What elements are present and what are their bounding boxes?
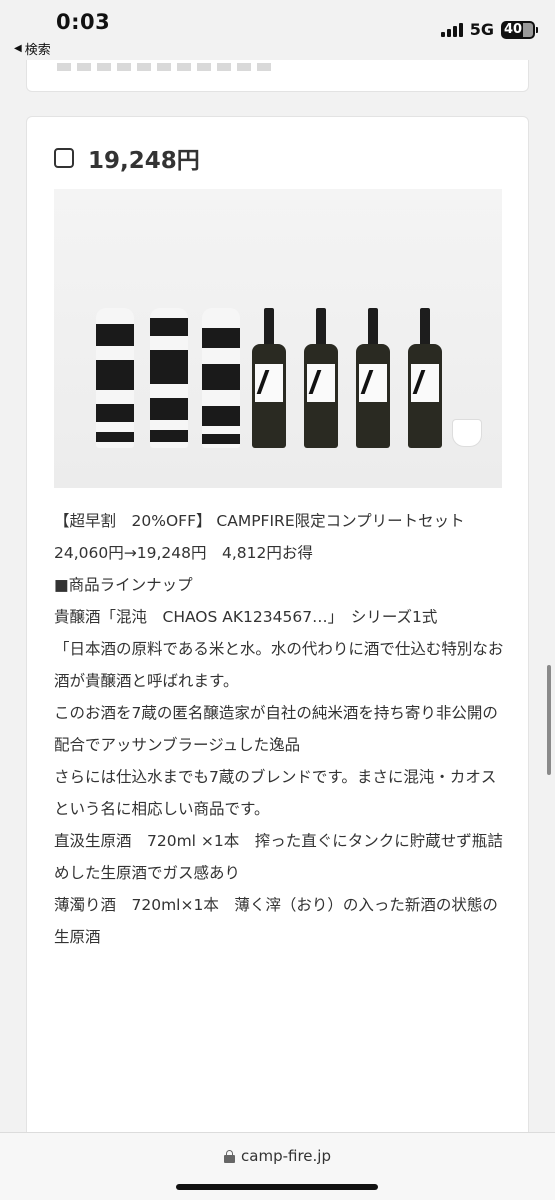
url-text: camp-fire.jp bbox=[241, 1147, 331, 1165]
desc-line: ■商品ラインナップ bbox=[54, 576, 193, 594]
sake-cup bbox=[452, 419, 482, 447]
network-type: 5G bbox=[469, 20, 494, 39]
lock-icon bbox=[224, 1149, 236, 1163]
back-label: 検索 bbox=[24, 43, 51, 58]
desc-line: 24,060円→19,248円 4,812円お得 bbox=[54, 544, 313, 562]
product-image bbox=[54, 189, 502, 488]
status-indicators: 5G 40 bbox=[440, 20, 538, 39]
wrapped-bottle bbox=[96, 308, 134, 448]
reward-checkbox[interactable] bbox=[54, 148, 74, 168]
desc-line: 直汲生原酒 720ml ×1本 搾った直ぐにタンクに貯蔵せず瓶詰めした生原酒でガ… bbox=[54, 832, 503, 882]
page-scrollbar[interactable] bbox=[547, 665, 551, 775]
back-to-search-button[interactable]: ◀ 検索 bbox=[14, 39, 51, 58]
wrapped-bottle bbox=[202, 308, 240, 448]
previous-reward-card[interactable] bbox=[26, 60, 529, 92]
desc-line: このお酒を7蔵の匿名醸造家が自社の純米酒を持ち寄り非公開の配合でアッサンブラージ… bbox=[54, 704, 498, 754]
battery-icon: 40 bbox=[501, 20, 538, 39]
address-bar[interactable]: camp-fire.jp bbox=[0, 1132, 555, 1200]
cut-off-text bbox=[57, 63, 277, 71]
sake-bottle bbox=[356, 308, 390, 448]
sake-bottle bbox=[408, 308, 442, 448]
signal-strength-icon bbox=[440, 22, 463, 37]
reward-price: 19,248円 bbox=[88, 148, 200, 174]
battery-level: 40 bbox=[504, 22, 523, 37]
wrapped-bottle bbox=[150, 308, 188, 448]
desc-line: 貴醸酒「混沌 CHAOS AK1234567…」 シリーズ1式 bbox=[54, 608, 438, 626]
status-bar: 0:03 ◀ 検索 5G 40 bbox=[0, 0, 555, 60]
sake-bottle bbox=[252, 308, 286, 448]
page-content: 19,248円 【超早割 20%OFF】 CAMPFIRE限定コンプリートセット… bbox=[0, 60, 555, 1132]
desc-line: 薄濁り酒 720ml×1本 薄く滓（おり）の入った新酒の状態の生原酒 bbox=[54, 896, 498, 946]
price-row: 19,248円 bbox=[54, 141, 200, 175]
home-indicator[interactable] bbox=[176, 1184, 378, 1190]
desc-line: 「日本酒の原料である米と水。水の代わりに酒で仕込む特別なお酒が貴醸酒と呼ばれます… bbox=[54, 640, 504, 690]
back-triangle-icon: ◀ bbox=[14, 43, 22, 54]
sake-bottle bbox=[304, 308, 338, 448]
url-field[interactable]: camp-fire.jp bbox=[0, 1147, 555, 1165]
desc-line: 【超早割 20%OFF】 CAMPFIRE限定コンプリートセット bbox=[54, 512, 465, 530]
reward-description: 【超早割 20%OFF】 CAMPFIRE限定コンプリートセット 24,060円… bbox=[54, 505, 504, 953]
status-time: 0:03 bbox=[56, 10, 111, 34]
desc-line: さらには仕込水までも7蔵のブレンドです。まさに混沌・カオスという名に相応しい商品… bbox=[54, 768, 497, 818]
reward-card[interactable]: 19,248円 【超早割 20%OFF】 CAMPFIRE限定コンプリートセット… bbox=[26, 116, 529, 1132]
